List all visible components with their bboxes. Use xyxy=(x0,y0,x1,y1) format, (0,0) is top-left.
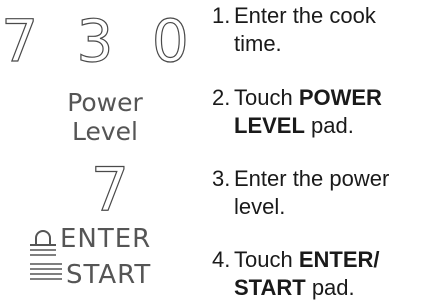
step-4: 4. Touch ENTER/ START pad. xyxy=(212,246,380,302)
power-level-digit: 7 xyxy=(90,155,130,225)
step-text-pre: Touch xyxy=(234,85,299,110)
step-text-post: pad. xyxy=(305,275,355,300)
power-level-key-line1: Power xyxy=(67,88,143,117)
step-text-post: pad. xyxy=(304,113,354,138)
step-text-bold: POWER xyxy=(298,85,382,110)
enter-key-label-line1: ENTER xyxy=(60,224,152,254)
power-level-key-line2: Level xyxy=(72,117,138,146)
step-text-line1: Enter the power xyxy=(234,166,390,191)
lock-icon xyxy=(30,230,56,256)
step-1: 1. Enter the cook time. xyxy=(212,2,376,58)
step-number: 2. xyxy=(212,85,231,110)
cook-time-digits: 7 3 0 xyxy=(1,7,199,75)
step-number: 3. xyxy=(212,166,231,191)
step-number: 1. xyxy=(212,3,231,28)
step-text-line2: level. xyxy=(234,194,286,219)
step-text-pre: Touch xyxy=(234,247,299,272)
step-text-bold: ENTER/ xyxy=(298,247,380,272)
step-text-line2: time. xyxy=(234,31,282,56)
enter-key-label-line2: START xyxy=(66,260,152,290)
step-text-line1: Enter the cook xyxy=(234,3,376,28)
step-text-bold-line2: START xyxy=(234,275,306,300)
step-3: 3. Enter the power level. xyxy=(212,165,389,221)
step-2: 2. Touch POWER LEVEL pad. xyxy=(212,84,382,140)
step-number: 4. xyxy=(212,247,231,272)
enter-key-lines-icon xyxy=(30,263,62,280)
power-level-key: Power Level xyxy=(40,88,170,146)
step-text-bold-line2: LEVEL xyxy=(234,113,305,138)
